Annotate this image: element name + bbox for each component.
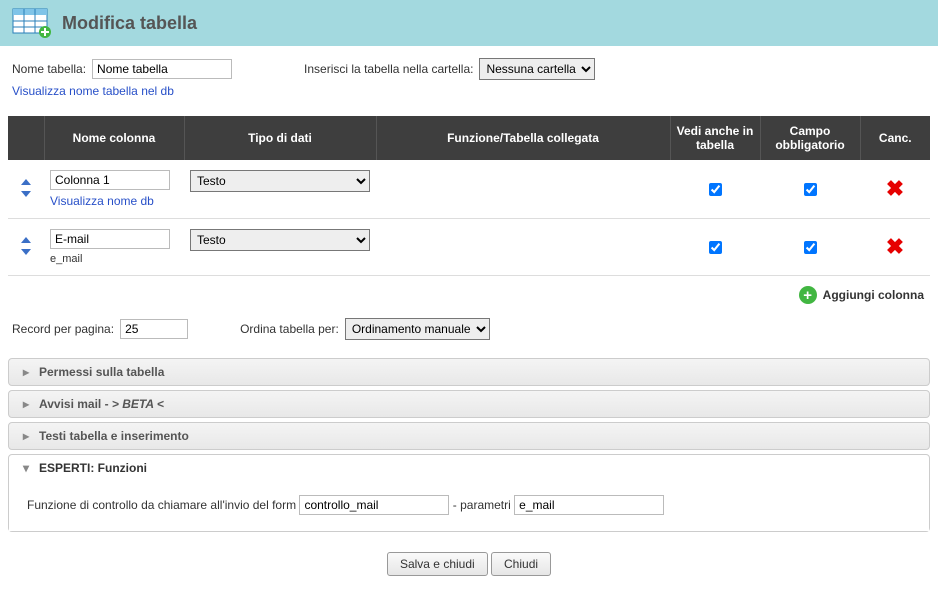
- params-label: - parametri: [453, 498, 511, 512]
- col-header-name: Nome colonna: [44, 116, 184, 160]
- records-row: Record per pagina: Ordina tabella per: O…: [0, 312, 938, 358]
- column-name-input[interactable]: [50, 170, 170, 190]
- accordion-title: ESPERTI: Funzioni: [39, 461, 147, 475]
- page-title: Modifica tabella: [62, 13, 197, 34]
- accordion-avvisi[interactable]: ▸ Avvisi mail - > BETA <: [8, 390, 930, 418]
- column-type-select[interactable]: Testo: [190, 229, 370, 251]
- accordion-title: Permessi sulla tabella: [39, 365, 164, 379]
- expand-icon: ▸: [19, 429, 33, 443]
- folder-select[interactable]: Nessuna cartella: [479, 58, 595, 80]
- accordion-esperti-header[interactable]: ▾ ESPERTI: Funzioni: [9, 455, 929, 481]
- accordion-title: Avvisi mail - > BETA <: [39, 397, 164, 411]
- collapse-icon: ▾: [19, 461, 33, 475]
- add-column-button[interactable]: + Aggiungi colonna: [0, 276, 938, 312]
- col-header-delete: Canc.: [860, 116, 930, 160]
- expand-icon: ▸: [19, 365, 33, 379]
- col-header-show: Vedi anche in tabella: [670, 116, 760, 160]
- col-header-function: Funzione/Tabella collegata: [376, 116, 670, 160]
- plus-icon: +: [799, 286, 817, 304]
- sort-handle-icon[interactable]: [18, 235, 34, 257]
- accordion-testi[interactable]: ▸ Testi tabella e inserimento: [8, 422, 930, 450]
- table-add-icon: [12, 8, 52, 38]
- table-name-row: Nome tabella: Inserisci la tabella nella…: [0, 46, 938, 80]
- records-per-page-input[interactable]: [120, 319, 188, 339]
- save-close-button[interactable]: Salva e chiudi: [387, 552, 488, 576]
- accordion-permessi[interactable]: ▸ Permessi sulla tabella: [8, 358, 930, 386]
- accordion-esperti: ▾ ESPERTI: Funzioni Funzione di controll…: [8, 454, 930, 532]
- page-header: Modifica tabella: [0, 0, 938, 46]
- records-per-page-label: Record per pagina:: [12, 322, 114, 336]
- close-button[interactable]: Chiudi: [491, 552, 551, 576]
- columns-table: Nome colonna Tipo di dati Funzione/Tabel…: [8, 116, 930, 276]
- control-function-input[interactable]: [299, 495, 449, 515]
- expand-icon: ▸: [19, 397, 33, 411]
- required-checkbox[interactable]: [804, 183, 817, 196]
- table-name-input[interactable]: [92, 59, 232, 79]
- table-row: Visualizza nome db Testo ✖: [8, 160, 930, 219]
- add-column-label: Aggiungi colonna: [823, 288, 924, 302]
- params-input[interactable]: [514, 495, 664, 515]
- table-name-label: Nome tabella:: [12, 62, 86, 76]
- show-in-table-checkbox[interactable]: [709, 183, 722, 196]
- accordion-title: Testi tabella e inserimento: [39, 429, 189, 443]
- control-function-label: Funzione di controllo da chiamare all'in…: [27, 498, 296, 512]
- folder-label: Inserisci la tabella nella cartella:: [304, 62, 473, 76]
- col-header-type: Tipo di dati: [184, 116, 376, 160]
- required-checkbox[interactable]: [804, 241, 817, 254]
- delete-column-icon[interactable]: ✖: [886, 176, 904, 201]
- sort-handle-icon[interactable]: [18, 177, 34, 199]
- table-row: e_mail Testo ✖: [8, 219, 930, 276]
- show-in-table-checkbox[interactable]: [709, 241, 722, 254]
- order-by-select[interactable]: Ordinamento manuale: [345, 318, 490, 340]
- delete-column-icon[interactable]: ✖: [886, 234, 904, 259]
- col-header-required: Campo obbligatorio: [760, 116, 860, 160]
- column-name-input[interactable]: [50, 229, 170, 249]
- show-db-table-name-link[interactable]: Visualizza nome tabella nel db: [12, 84, 174, 98]
- order-by-label: Ordina tabella per:: [240, 322, 339, 336]
- column-db-name: e_mail: [50, 253, 178, 265]
- column-type-select[interactable]: Testo: [190, 170, 370, 192]
- show-db-name-link[interactable]: Visualizza nome db: [50, 194, 154, 208]
